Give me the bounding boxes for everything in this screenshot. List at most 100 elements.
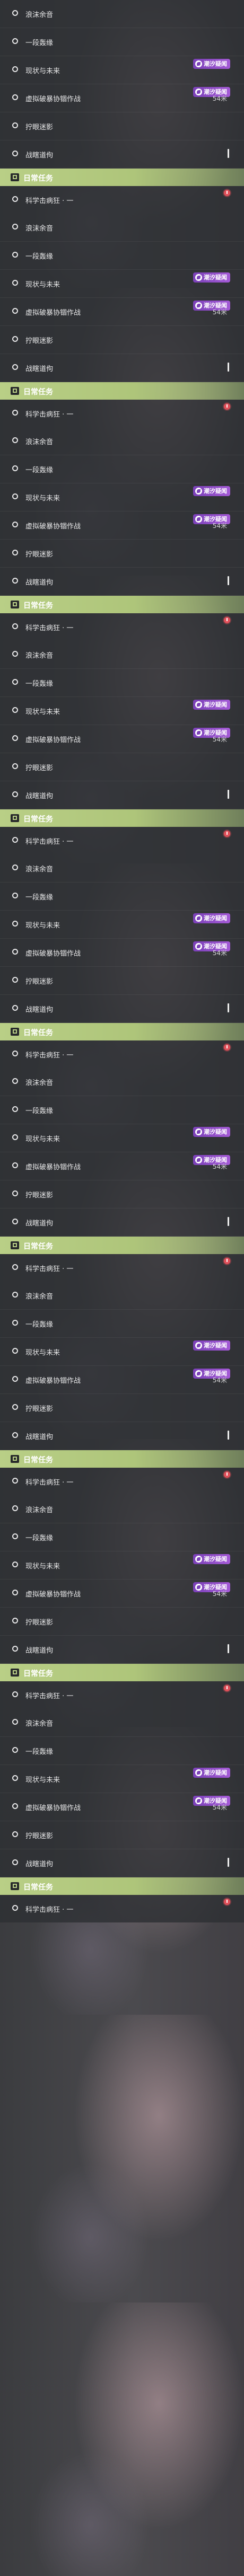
daily-task-item[interactable]: 科学击病狂 · 一	[0, 827, 244, 854]
quest-item[interactable]: 虚拟破暴协锢作战 潮汐疑闻 54米	[0, 298, 244, 326]
quest-item[interactable]: 拧眼迷影	[0, 1180, 244, 1208]
quest-item[interactable]: 战瞎道佝	[0, 354, 244, 382]
quest-item[interactable]: 浪沫余音	[0, 641, 244, 669]
quest-item[interactable]: 一段轰缘	[0, 1310, 244, 1338]
daily-task-header[interactable]: 日常任务	[0, 169, 244, 186]
tide-icon	[195, 60, 202, 67]
quest-item[interactable]: 浪沫余音	[0, 1282, 244, 1310]
daily-task-item[interactable]: 科学击病狂 · 一	[0, 1895, 244, 1922]
quest-item[interactable]: 战瞎道佝	[0, 781, 244, 809]
quest-item[interactable]: 现状与未来 潮汐疑闻	[0, 1338, 244, 1366]
distance-label: 54米	[212, 1804, 227, 1811]
quest-item[interactable]: 现状与未来 潮汐疑闻	[0, 911, 244, 939]
quest-item[interactable]: 现状与未来 潮汐疑闻	[0, 56, 244, 84]
quest-item[interactable]: 现状与未来 潮汐疑闻	[0, 1124, 244, 1152]
quest-item[interactable]: 一段轰缘	[0, 1737, 244, 1765]
quest-item[interactable]: 浪沫余音	[0, 427, 244, 455]
quest-item[interactable]: 拧眼迷影	[0, 326, 244, 354]
quest-item[interactable]: 浪沫余音	[0, 214, 244, 242]
quest-item[interactable]: 战瞎道佝	[0, 1636, 244, 1664]
quest-item[interactable]: 拧眼迷影	[0, 112, 244, 140]
daily-task-item[interactable]: 科学击病狂 · 一	[0, 613, 244, 641]
task-label: 科学击病狂 · 一	[25, 1479, 74, 1487]
task-label: 科学击病狂 · 一	[25, 624, 74, 632]
daily-task-item[interactable]: 科学击病狂 · 一	[0, 400, 244, 427]
section-title: 日常任务	[23, 815, 53, 824]
quest-item[interactable]: 战瞎道佝	[0, 568, 244, 596]
quest-item[interactable]: 拧眼迷影	[0, 1608, 244, 1636]
circle-icon	[12, 1219, 18, 1224]
circle-icon	[12, 1505, 18, 1511]
section-title: 日常任务	[23, 1456, 53, 1465]
daily-task-header[interactable]: 日常任务	[0, 1450, 244, 1468]
circle-icon	[12, 837, 18, 843]
quest-item[interactable]: 虚拟破暴协锢作战 潮汐疑闻 54米	[0, 725, 244, 753]
daily-task-item[interactable]: 科学击病狂 · 一	[0, 1254, 244, 1282]
quest-item[interactable]: 战瞎道佝	[0, 1849, 244, 1877]
quest-item[interactable]: 浪沫余音	[0, 1495, 244, 1523]
quest-item[interactable]: 一段轰缘	[0, 455, 244, 483]
quest-item[interactable]: 拧眼迷影	[0, 540, 244, 568]
quest-item[interactable]: 虚拟破暴协锢作战 潮汐疑闻 54米	[0, 1152, 244, 1180]
section-title: 日常任务	[23, 388, 53, 396]
quest-item-label: 现状与未来	[25, 281, 60, 289]
quest-item[interactable]: 现状与未来 潮汐疑闻	[0, 483, 244, 511]
quest-item[interactable]: 战瞎道佝	[0, 995, 244, 1023]
daily-task-item[interactable]: 科学击病狂 · 一	[0, 1468, 244, 1495]
quest-item[interactable]: 浪沫余音	[0, 1709, 244, 1737]
daily-task-header[interactable]: 日常任务	[0, 596, 244, 613]
daily-task-header[interactable]: 日常任务	[0, 1664, 244, 1681]
quest-item[interactable]: 现状与未来 潮汐疑闻	[0, 697, 244, 725]
quest-item[interactable]: 战瞎道佝	[0, 1422, 244, 1450]
quest-item[interactable]: 虚拟破暴协锢作战 潮汐疑闻 54米	[0, 1580, 244, 1608]
daily-task-header[interactable]: 日常任务	[0, 809, 244, 827]
quest-item[interactable]: 浪沫余音	[0, 854, 244, 883]
quest-item[interactable]: 虚拟破暴协锢作战 潮汐疑闻 54米	[0, 939, 244, 967]
circle-icon	[12, 1478, 18, 1484]
quest-item[interactable]: 现状与未来 潮汐疑闻	[0, 1551, 244, 1580]
quest-item[interactable]: 一段轰缘	[0, 1523, 244, 1551]
quest-item[interactable]: 浪沫余音	[0, 1068, 244, 1096]
daily-task-header[interactable]: 日常任务	[0, 382, 244, 400]
quest-item[interactable]: 浪沫余音	[0, 0, 244, 28]
quest-item[interactable]: 拧眼迷影	[0, 753, 244, 781]
quest-item[interactable]: 战瞎道佝	[0, 1208, 244, 1237]
daily-task-header[interactable]: 日常任务	[0, 1237, 244, 1254]
distance-label: 54米	[212, 1377, 227, 1384]
quest-item[interactable]: 虚拟破暴协锢作战 潮汐疑闻 54米	[0, 511, 244, 540]
quest-item[interactable]: 现状与未来 潮汐疑闻	[0, 270, 244, 298]
quest-item[interactable]: 战瞎道佝	[0, 140, 244, 169]
tide-badge-label: 潮汐疑闻	[204, 1556, 227, 1563]
quest-block: 浪沫余音 一段轰缘现状与未来 潮汐疑闻虚拟破暴协锢作战 潮汐疑闻 54米 拧眼迷影 战瞎道佝…	[0, 1282, 244, 1495]
quest-item[interactable]: 拧眼迷影	[0, 967, 244, 995]
quest-item-label: 现状与未来	[25, 1349, 60, 1357]
quest-item[interactable]: 一段轰缘	[0, 883, 244, 911]
quest-item[interactable]: 拧眼迷影	[0, 1394, 244, 1422]
circle-icon	[12, 10, 18, 16]
quest-item[interactable]: 一段轰缘	[0, 1096, 244, 1124]
section-title: 日常任务	[23, 1242, 53, 1251]
daily-task-item[interactable]: 科学击病狂 · 一	[0, 1040, 244, 1068]
circle-icon	[12, 1432, 18, 1438]
quest-item-label: 战瞎道佝	[25, 1647, 54, 1655]
quest-item[interactable]: 一段轰缘	[0, 28, 244, 56]
daily-task-item[interactable]: 科学击病狂 · 一	[0, 1681, 244, 1709]
quest-item-label: 虚拟破暴协锢作战	[25, 1591, 81, 1599]
quest-item[interactable]: 一段轰缘	[0, 669, 244, 697]
circle-icon	[12, 707, 18, 713]
tide-badge: 潮汐疑闻	[193, 1340, 230, 1351]
daily-task-item[interactable]: 科学击病狂 · 一	[0, 186, 244, 214]
alert-icon	[224, 1899, 230, 1905]
tide-badge-label: 潮汐疑闻	[204, 488, 227, 495]
quest-item[interactable]: 现状与未来 潮汐疑闻	[0, 1765, 244, 1793]
quest-item[interactable]: 虚拟破暴协锢作战 潮汐疑闻 54米	[0, 1366, 244, 1394]
circle-icon	[12, 1051, 18, 1056]
tide-icon	[195, 943, 202, 950]
quest-item[interactable]: 拧眼迷影	[0, 1821, 244, 1849]
quest-item[interactable]: 一段轰缘	[0, 242, 244, 270]
quest-item[interactable]: 虚拟破暴协锢作战 潮汐疑闻 54米	[0, 1793, 244, 1821]
daily-task-header[interactable]: 日常任务	[0, 1877, 244, 1895]
daily-task-header[interactable]: 日常任务	[0, 1023, 244, 1040]
circle-icon	[12, 1078, 18, 1084]
quest-item[interactable]: 虚拟破暴协锢作战 潮汐疑闻 54米	[0, 84, 244, 112]
